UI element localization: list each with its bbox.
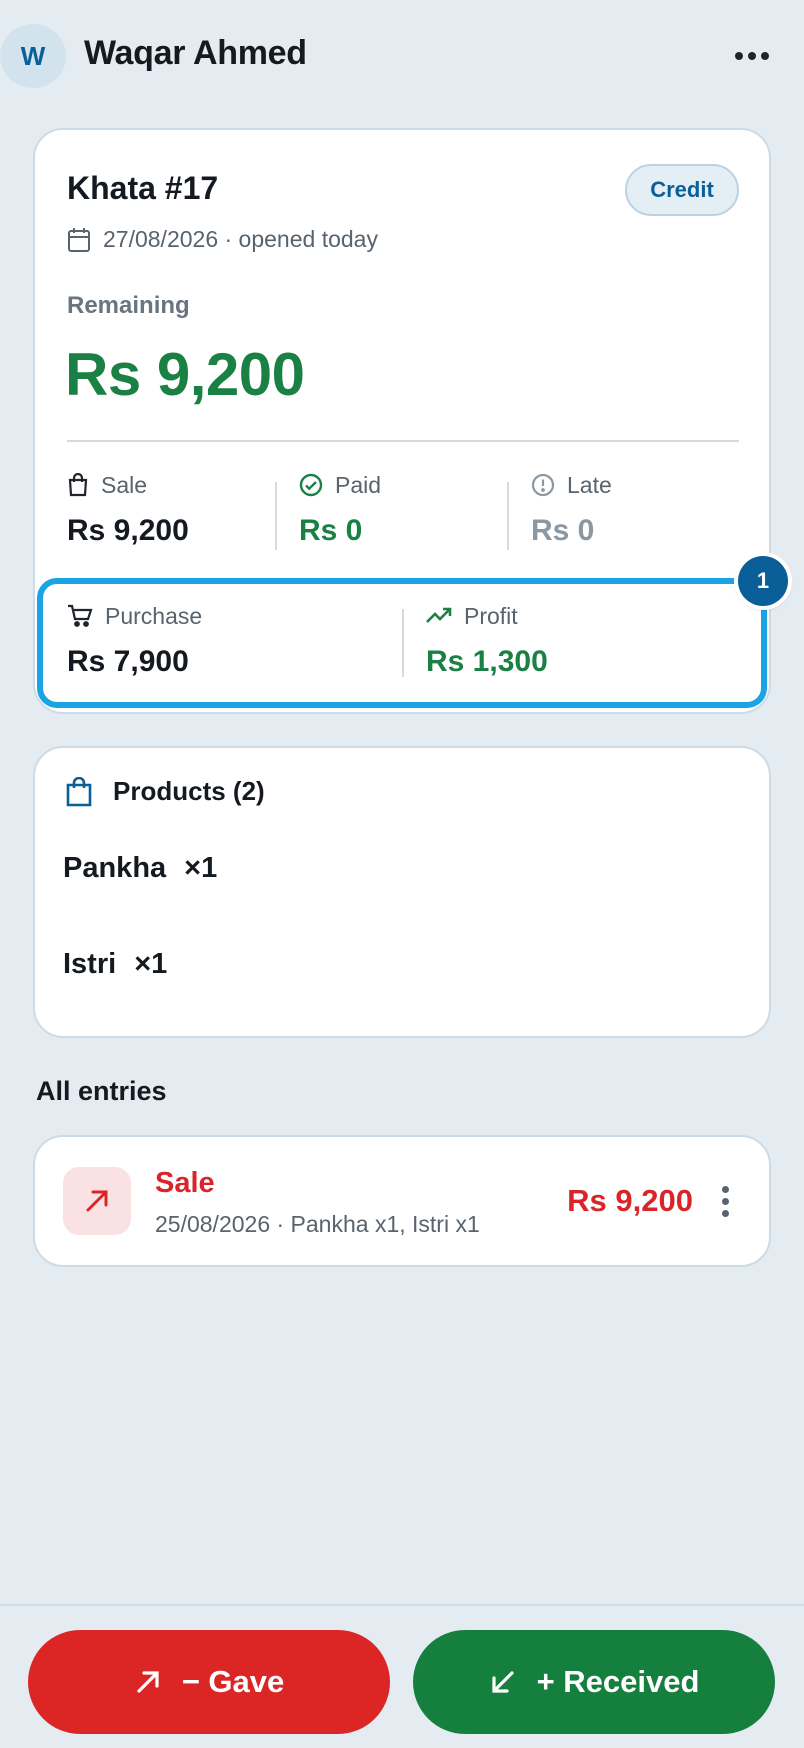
entry-type-icon <box>63 1167 131 1235</box>
late-value: Rs 0 <box>531 514 595 547</box>
remaining-label: Remaining <box>67 292 190 319</box>
sale-label: Sale <box>101 471 148 498</box>
product-qty: ×1 <box>134 948 168 980</box>
bottom-action-bar: − Gave + Received <box>0 1604 804 1748</box>
arrow-down-left-icon <box>491 1671 514 1693</box>
shopping-bag-icon <box>68 473 88 497</box>
paid-label: Paid <box>335 471 382 498</box>
paid-value: Rs 0 <box>299 514 363 547</box>
check-circle-icon <box>299 473 323 497</box>
purchase-value: Rs 7,900 <box>67 645 189 678</box>
gave-label: − Gave <box>181 1664 285 1699</box>
entry-subtitle: 25/08/2026 · Pankha x1, Istri x1 <box>155 1211 480 1237</box>
received-label: + Received <box>536 1664 700 1699</box>
products-header: Products (2) <box>65 776 265 807</box>
khata-summary-card: Khata #17 Credit 27/08/2026 · opened tod… <box>33 128 771 714</box>
khata-title: Khata #17 <box>67 170 219 206</box>
divider <box>67 440 739 442</box>
step-badge: 1 <box>738 556 788 606</box>
stat-purchase: Purchase Rs 7,900 <box>43 601 402 685</box>
stat-paid: Paid Rs 0 <box>275 470 507 566</box>
entry-amount: Rs 9,200 <box>567 1183 693 1218</box>
arrow-up-right-icon <box>86 1190 108 1212</box>
khata-date: 27/08/2026 · opened today <box>67 226 378 253</box>
purchase-profit-highlight[interactable]: Purchase Rs 7,900 Profit Rs 1,300 <box>37 578 767 708</box>
arrow-up-right-icon <box>137 1671 159 1693</box>
more-horizontal-icon <box>735 52 743 60</box>
purchase-label: Purchase <box>105 602 203 629</box>
entries-section-title: All entries <box>36 1076 167 1106</box>
profit-value: Rs 1,300 <box>426 645 548 678</box>
stat-late: Late Rs 0 <box>507 470 739 566</box>
sale-value: Rs 9,200 <box>67 514 189 547</box>
customer-name: Waqar Ahmed <box>84 34 307 72</box>
trending-up-icon <box>426 607 452 623</box>
stats-row: Sale Rs 9,200 Paid Rs 0 Late Rs 0 <box>67 470 739 566</box>
products-card: Products (2) Pankha ×1 Istri ×1 <box>33 746 771 1038</box>
alert-circle-icon <box>531 473 555 497</box>
product-name: Pankha <box>63 852 167 884</box>
product-qty: ×1 <box>184 852 218 884</box>
calendar-icon <box>68 227 90 252</box>
product-item[interactable]: Istri ×1 <box>63 948 167 981</box>
credit-badge[interactable]: Credit <box>625 164 739 216</box>
date-text: 27/08/2026 · opened today <box>103 226 378 252</box>
cart-icon <box>68 604 93 627</box>
more-vertical-icon[interactable] <box>717 1181 733 1221</box>
stat-sale: Sale Rs 9,200 <box>67 470 275 566</box>
entry-type: Sale <box>155 1167 215 1199</box>
profit-label: Profit <box>464 602 518 629</box>
stat-profit: Profit Rs 1,300 <box>402 601 761 685</box>
entry-row[interactable]: Sale 25/08/2026 · Pankha x1, Istri x1 Rs… <box>33 1135 771 1267</box>
late-label: Late <box>567 471 612 498</box>
product-item[interactable]: Pankha ×1 <box>63 852 217 885</box>
avatar[interactable]: W <box>0 24 66 88</box>
package-icon <box>66 776 92 806</box>
products-title: Products (2) <box>113 776 265 806</box>
received-button[interactable]: + Received <box>413 1630 775 1734</box>
remaining-amount: Rs 9,200 <box>65 341 305 408</box>
gave-button[interactable]: − Gave <box>28 1630 390 1734</box>
product-name: Istri <box>63 948 117 980</box>
more-options-button[interactable] <box>726 36 778 76</box>
app-header: W Waqar Ahmed <box>0 0 804 112</box>
